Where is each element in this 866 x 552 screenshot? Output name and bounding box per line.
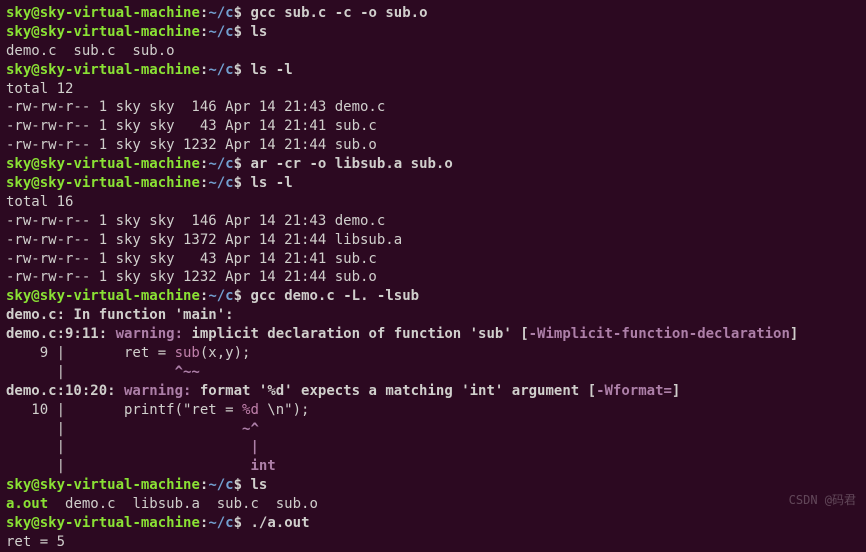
ls-row: -rw-rw-r-- 1 sky sky 1232 Apr 14 21:44 s… [6, 136, 860, 155]
warning-flag: -Wformat= [596, 383, 672, 399]
ls-row: -rw-rw-r-- 1 sky sky 43 Apr 14 21:41 sub… [6, 117, 860, 136]
ls-total: total 12 [6, 80, 860, 99]
ls-output: demo.c sub.c sub.o [6, 42, 860, 61]
program-output: ret = 5 [6, 533, 860, 552]
ls-row: -rw-rw-r-- 1 sky sky 1232 Apr 14 21:44 s… [6, 268, 860, 287]
command-text: ls -l [242, 62, 293, 78]
gcc-warning: demo.c:9:11: warning: implicit declarati… [6, 325, 860, 344]
terminal-line: sky@sky-virtual-machine:~/c$ ./a.out [6, 514, 860, 533]
prompt-host: sky-virtual-machine [40, 5, 200, 21]
terminal-line: sky@sky-virtual-machine:~/c$ gcc sub.c -… [6, 4, 860, 23]
command-text: ls -l [242, 175, 293, 191]
command-text: gcc sub.c -c -o sub.o [242, 5, 427, 21]
ls-total: total 16 [6, 193, 860, 212]
executable-file: a.out [6, 496, 48, 512]
ls-row: -rw-rw-r-- 1 sky sky 146 Apr 14 21:43 de… [6, 212, 860, 231]
gcc-source: 10 | printf("ret = %d \n"); [6, 401, 860, 420]
command-text: ar -cr -o libsub.a sub.o [242, 156, 453, 172]
command-text: gcc demo.c -L. -lsub [242, 288, 419, 304]
command-text: ls [242, 477, 267, 493]
gcc-caret: | | [6, 438, 860, 457]
gcc-context: demo.c: In function 'main': [6, 306, 860, 325]
prompt-at: @ [31, 5, 39, 21]
warning-label: warning: [107, 326, 191, 342]
ls-row: -rw-rw-r-- 1 sky sky 43 Apr 14 21:41 sub… [6, 250, 860, 269]
command-text: ls [242, 24, 267, 40]
prompt-user: sky [6, 5, 31, 21]
terminal-line: sky@sky-virtual-machine:~/c$ ls [6, 476, 860, 495]
gcc-caret: | ~^ [6, 420, 860, 439]
ls-output: a.out demo.c libsub.a sub.c sub.o [6, 495, 860, 514]
terminal-line: sky@sky-virtual-machine:~/c$ ls -l [6, 174, 860, 193]
ls-row: -rw-rw-r-- 1 sky sky 1372 Apr 14 21:44 l… [6, 231, 860, 250]
prompt-path: ~/c [208, 5, 233, 21]
warning-label: warning: [116, 383, 200, 399]
terminal-line: sky@sky-virtual-machine:~/c$ gcc demo.c … [6, 287, 860, 306]
prompt-dollar: $ [234, 5, 242, 21]
watermark-text: CSDN @码君 [789, 492, 856, 508]
gcc-warning: demo.c:10:20: warning: format '%d' expec… [6, 382, 860, 401]
gcc-source: 9 | ret = sub(x,y); [6, 344, 860, 363]
terminal-line: sky@sky-virtual-machine:~/c$ ls [6, 23, 860, 42]
terminal-line: sky@sky-virtual-machine:~/c$ ar -cr -o l… [6, 155, 860, 174]
terminal-line: sky@sky-virtual-machine:~/c$ ls -l [6, 61, 860, 80]
gcc-caret: | int [6, 457, 860, 476]
warning-flag: -Wimplicit-function-declaration [529, 326, 790, 342]
ls-row: -rw-rw-r-- 1 sky sky 146 Apr 14 21:43 de… [6, 98, 860, 117]
gcc-caret: | ^~~ [6, 363, 860, 382]
command-text: ./a.out [242, 515, 309, 531]
